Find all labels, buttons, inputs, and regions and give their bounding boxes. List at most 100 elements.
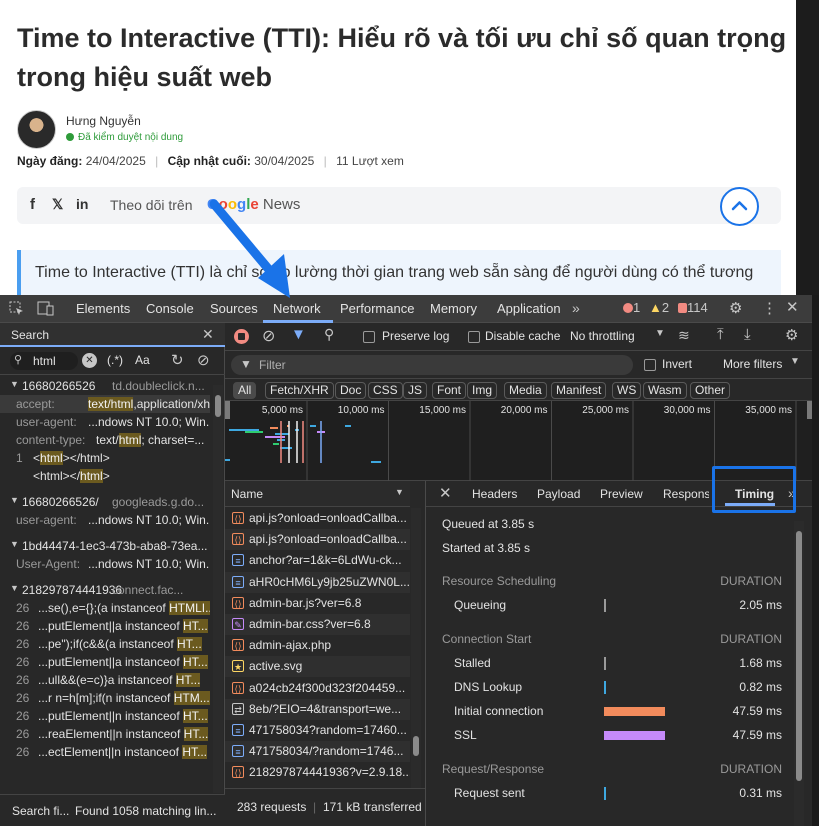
kebab-menu-icon[interactable]: ⋮ [762,299,777,317]
detail-tab-payload[interactable]: Payload [537,487,580,501]
filter-funnel-icon[interactable]: ▼ [291,326,306,343]
type-filter-wasm[interactable]: Wasm [643,382,687,399]
type-filter-all[interactable]: All [233,382,257,399]
results-scrollbar[interactable] [213,385,223,793]
filter-input[interactable]: ▼ Filter [231,355,633,375]
type-filter-img[interactable]: Img [467,382,498,399]
request-row[interactable]: ≡ anchor?ar=1&k=6LdWu-ck... [225,550,410,572]
overview-left-handle[interactable] [225,401,230,419]
type-filter-ws[interactable]: WS [612,382,642,399]
result-header-line[interactable]: user-agent: ...ndows NT 10.0; Win... [0,511,210,529]
match-case-toggle[interactable]: Aa [135,353,150,367]
regex-toggle[interactable]: (.*) [107,353,123,367]
type-filter-media[interactable]: Media [504,382,547,399]
facebook-icon[interactable]: f [30,196,35,213]
search-network-icon[interactable]: ⚲ [324,326,334,343]
type-filter-css[interactable]: CSS [368,382,403,399]
google-news-link[interactable]: Google News [207,196,300,213]
tab-network[interactable]: Network [273,301,321,316]
request-row[interactable]: ✎ admin-bar.css?ver=6.8 [225,614,410,635]
tab-console[interactable]: Console [146,301,194,316]
throttling-dropdown-icon[interactable]: ▼ [655,328,665,339]
request-row[interactable]: ⟨⟩ api.js?onload=onloadCallba... [225,529,410,551]
more-filters-chevron-icon[interactable]: ▼ [790,356,800,367]
request-row[interactable]: ⟨⟩ admin-bar.js?ver=6.8 [225,592,410,614]
request-row[interactable]: ⟨⟩ api.js?onload=onloadCallba... [225,508,410,529]
more-filters-button[interactable]: More filters [723,357,782,371]
settings-gear-icon[interactable]: ⚙ [729,299,742,317]
request-row[interactable]: ⇄ 8eb/?EIO=4&transport=we... [225,698,410,720]
result-file-group[interactable]: ▼ 16680266526 td.doubleclick.n... [0,377,210,395]
request-row[interactable]: ≡ aHR0cHM6Ly9jb25uZWN0L... [225,571,410,593]
linkedin-icon[interactable]: in [76,196,88,212]
request-row[interactable]: ⟨⟩ admin-ajax.php [225,635,410,657]
tab-sources[interactable]: Sources [210,301,258,316]
detail-tab-preview[interactable]: Preview [600,487,643,501]
close-details-icon[interactable]: ✕ [439,484,452,502]
tab-memory[interactable]: Memory [430,301,477,316]
x-icon[interactable]: 𝕏 [52,196,63,213]
result-header-line[interactable]: User-Agent: ...ndows NT 10.0; Win... [0,555,210,573]
result-code-line[interactable]: 26 ...putElement||n instanceof HT... [0,707,210,725]
result-file-group[interactable]: ▼ 16680266526/googleads.g.do... [0,493,210,511]
name-column-header[interactable]: Name ▼ [225,481,410,507]
result-code-line[interactable]: 26 ...ectElement||n instanceof HT... [0,743,210,761]
result-code-line[interactable]: 26 ...reaElement||n instanceof HT... [0,725,210,743]
request-row[interactable]: ≡ 471758034/?random=1746... [225,741,410,763]
close-search-icon[interactable]: ✕ [202,326,214,343]
result-header-line[interactable]: content-type: text/html; charset=... [0,431,210,449]
scroll-top-button[interactable] [720,187,759,226]
clear-log-icon[interactable]: ⊘ [262,326,275,346]
inspect-element-icon[interactable] [9,301,24,319]
type-filter-doc[interactable]: Doc [335,382,367,399]
type-filter-other[interactable]: Other [690,382,731,399]
result-code-line[interactable]: 26 ...pe");if(c&&(a instanceof HT... [0,635,210,653]
details-scrollbar[interactable] [794,521,804,826]
request-row[interactable]: ⟨⟩ 218297874441936?v=2.9.18... [225,762,410,784]
invert-checkbox[interactable] [644,359,656,371]
type-filter-manifest[interactable]: Manifest [551,382,607,399]
clear-results-icon[interactable]: ⊘ [197,351,210,369]
author-avatar[interactable] [17,110,56,149]
throttling-select[interactable]: No throttling [570,329,635,343]
request-row[interactable]: ⟨⟩ a024cb24f300d323f204459... [225,677,410,699]
result-code-line[interactable]: 26 ...se(),e={};(a instanceof HTMLI... [0,599,210,617]
tab-application[interactable]: Application [497,301,561,316]
result-code-line[interactable]: 26 ...putElement||a instanceof HT... [0,653,210,671]
request-scrollbar[interactable] [411,508,421,788]
result-code-line[interactable]: 26 ...r n=h[m];if(n instanceof HTM... [0,689,210,707]
detail-tab-response[interactable]: Response [663,487,709,501]
network-settings-icon[interactable]: ⚙ [785,326,798,344]
type-filter-font[interactable]: Font [432,382,467,399]
disable-cache-checkbox[interactable] [468,331,480,343]
device-toolbar-icon[interactable] [37,301,54,319]
preserve-log-checkbox[interactable] [363,331,375,343]
more-tabs-icon[interactable]: » [572,300,580,316]
export-har-icon[interactable]: ⤓ [744,326,751,343]
result-code-line[interactable]: <html></html> [0,467,210,485]
type-filter-fetch-xhr[interactable]: Fetch/XHR [265,382,334,399]
import-har-icon[interactable]: ⤒ [717,326,724,343]
issues-count[interactable]: 114 [678,300,708,315]
result-header-line[interactable]: user-agent: ...ndows NT 10.0; Win... [0,413,210,431]
result-file-group[interactable]: ▼ 1bd44474-1ec3-473b-aba8-73ea... [0,537,210,555]
error-count[interactable]: 1 [623,300,640,315]
refresh-icon[interactable]: ↻ [171,351,184,369]
result-file-group[interactable]: ▼ 218297874441936 connect.fac... [0,581,210,599]
search-input[interactable]: ⚲ html [10,352,78,370]
author-name[interactable]: Hưng Nguyễn [66,114,141,128]
tab-elements[interactable]: Elements [76,301,130,316]
results-scroll-thumb[interactable] [215,395,221,417]
result-code-line[interactable]: 26 ...ull&&(e=c)}a instanceof HT... [0,671,210,689]
clear-search-icon[interactable]: ✕ [82,353,97,368]
warning-count[interactable]: ▲2 [649,300,669,315]
request-scroll-thumb[interactable] [413,736,419,756]
result-header-line[interactable]: accept: text/html,application/xht... [0,395,210,413]
record-stop-button[interactable] [234,329,249,344]
type-filter-js[interactable]: JS [403,382,428,399]
tab-performance[interactable]: Performance [340,301,414,316]
result-code-line[interactable]: 1 <html></html> [0,449,210,467]
close-devtools-icon[interactable]: ✕ [786,298,799,316]
request-row[interactable]: ≡ 471758034?random=17460... [225,720,410,741]
details-scroll-thumb[interactable] [796,531,802,781]
